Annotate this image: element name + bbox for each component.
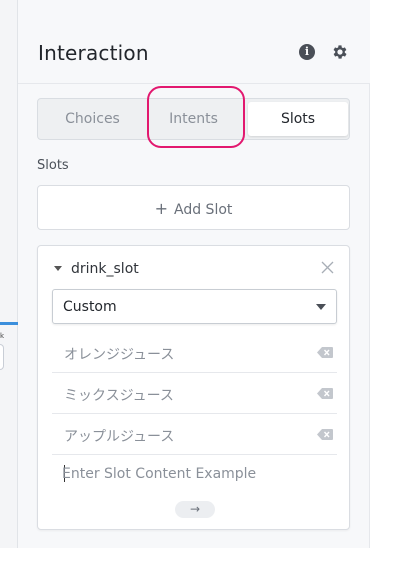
tab-slots[interactable]: Slots [248,102,348,136]
slot-type-value: Custom [63,299,117,315]
slot-example-text[interactable]: ミックスジュース [64,385,174,405]
slot-example-row: オレンジジュース [52,332,337,373]
node-label-fragment: k [0,332,5,340]
tab-choices[interactable]: Choices [38,99,147,139]
slot-card: drink_slot Custom オレンジジュース ミックスジュース アップル… [37,245,350,530]
chevron-down-icon [316,304,326,310]
new-example-field-wrapper [52,458,337,490]
right-gutter [370,0,400,548]
submit-example-button[interactable]: → [175,501,215,518]
add-slot-button[interactable]: + Add Slot [37,185,350,230]
slot-type-select[interactable]: Custom [52,289,337,324]
backspace-delete-icon[interactable] [317,429,333,440]
slot-example-text[interactable]: アップルジュース [64,426,174,446]
intents-highlight-annotation [147,86,245,148]
panel-header: Interaction i [18,0,370,84]
section-label: Slots [37,158,69,173]
plus-icon: + [154,199,168,218]
backspace-delete-icon[interactable] [317,388,333,399]
slot-example-row: ミックスジュース [52,373,337,414]
slot-example-text[interactable]: オレンジジュース [64,344,174,364]
connection-line [0,322,18,325]
interaction-panel: Interaction i Choices Intents Slots Slot… [18,0,370,548]
backspace-delete-icon[interactable] [317,347,333,358]
slot-example-row: アップルジュース [52,414,337,455]
collapse-caret-icon[interactable] [54,266,62,271]
new-slot-example-input[interactable] [62,462,322,486]
slot-name[interactable]: drink_slot [71,261,139,277]
flow-canvas-edge: k [0,0,18,548]
gear-icon[interactable] [331,43,349,61]
panel-title: Interaction [38,41,149,65]
close-icon[interactable] [321,261,334,274]
info-icon[interactable]: i [299,44,315,60]
node-edge [0,344,4,370]
add-slot-label: Add Slot [174,202,233,218]
